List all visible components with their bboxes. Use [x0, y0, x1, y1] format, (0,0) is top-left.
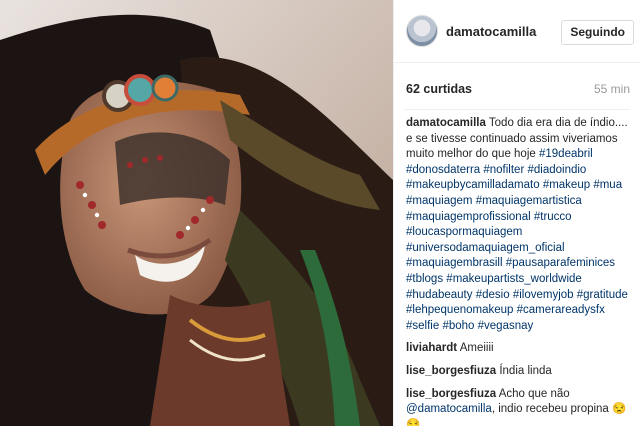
post-sidebar: damatocamilla Seguindo 62 curtidas 55 mi…: [393, 0, 640, 426]
hashtag-link[interactable]: #loucaspormaquiagem: [406, 226, 522, 238]
comment-item: lise_borgesfiuza Acho que não @damatocam…: [406, 387, 628, 426]
hashtag-link[interactable]: #gratitude: [577, 289, 628, 301]
hashtag-link[interactable]: #diadoindio: [528, 164, 587, 176]
hashtag-link[interactable]: #tblogs: [406, 273, 443, 285]
hashtag-link[interactable]: #pausaparafeminices: [506, 257, 615, 269]
caption-username[interactable]: damatocamilla: [406, 117, 486, 129]
hashtag-link[interactable]: #selfie: [406, 320, 439, 332]
hashtag-link[interactable]: #makeupbycamilladamato: [406, 179, 540, 191]
hashtag-link[interactable]: #hudabeauty: [406, 289, 473, 301]
comment-text: Índia linda: [499, 364, 552, 377]
post-author-username[interactable]: damatocamilla: [446, 24, 536, 39]
comment-mention[interactable]: @damatocamilla: [406, 403, 492, 415]
hashtag-link[interactable]: #vegasnay: [478, 320, 534, 332]
hashtag-link[interactable]: #maquiagembrasill: [406, 257, 503, 269]
hashtag-link[interactable]: #camerareadysfx: [517, 304, 605, 316]
selfie-photo-illustration: [0, 0, 393, 426]
following-button[interactable]: Seguindo: [561, 20, 634, 45]
hashtag-link[interactable]: #maquiagem: [406, 195, 472, 207]
hashtag-link[interactable]: #makeup: [543, 179, 590, 191]
avatar[interactable]: [406, 15, 438, 47]
hashtag-link[interactable]: #ilovemyjob: [513, 289, 574, 301]
hashtag-link[interactable]: #mua: [593, 179, 622, 191]
hashtag-link[interactable]: #trucco: [534, 211, 572, 223]
comment-item: lise_borgesfiuza Índia linda: [406, 364, 628, 380]
post-header: damatocamilla Seguindo: [394, 0, 640, 63]
post-photo[interactable]: [0, 0, 393, 426]
hashtag-link[interactable]: #desio: [476, 289, 510, 301]
hashtag-link[interactable]: #maquiagemprofissional: [406, 211, 531, 223]
comment-username[interactable]: liviahardt: [406, 342, 457, 354]
post-time[interactable]: 55 min: [594, 82, 630, 96]
hashtag-link[interactable]: #donosdaterra: [406, 164, 480, 176]
hashtag-list: #19deabril #donosdaterra #nofilter #diad…: [406, 148, 628, 332]
likes-count[interactable]: 62 curtidas: [406, 82, 472, 96]
post-caption: damatocamilla Todo dia era dia de índio.…: [406, 116, 628, 334]
comments-list: damatocamilla Todo dia era dia de índio.…: [394, 110, 640, 426]
hashtag-link[interactable]: #makeupartists_worldwide: [446, 273, 582, 285]
hashtag-link[interactable]: #nofilter: [483, 164, 524, 176]
hashtag-link[interactable]: #maquiagemartistica: [476, 195, 582, 207]
hashtag-link[interactable]: #19deabril: [539, 148, 593, 160]
instagram-post-view: damatocamilla Seguindo 62 curtidas 55 mi…: [0, 0, 640, 426]
hashtag-link[interactable]: #boho: [442, 320, 474, 332]
comment-text: Acho que não: [498, 387, 570, 400]
comment-username[interactable]: lise_borgesfiuza: [406, 365, 496, 377]
comment-username[interactable]: lise_borgesfiuza: [406, 388, 496, 400]
comment-text: Ameiiii: [459, 342, 494, 355]
hashtag-link[interactable]: #lehpequenomakeup: [406, 304, 513, 316]
post-meta: 62 curtidas 55 min: [404, 63, 630, 110]
comment-item: liviahardt Ameiiii: [406, 341, 628, 357]
hashtag-link[interactable]: #universodamaquiagem_oficial: [406, 242, 565, 254]
